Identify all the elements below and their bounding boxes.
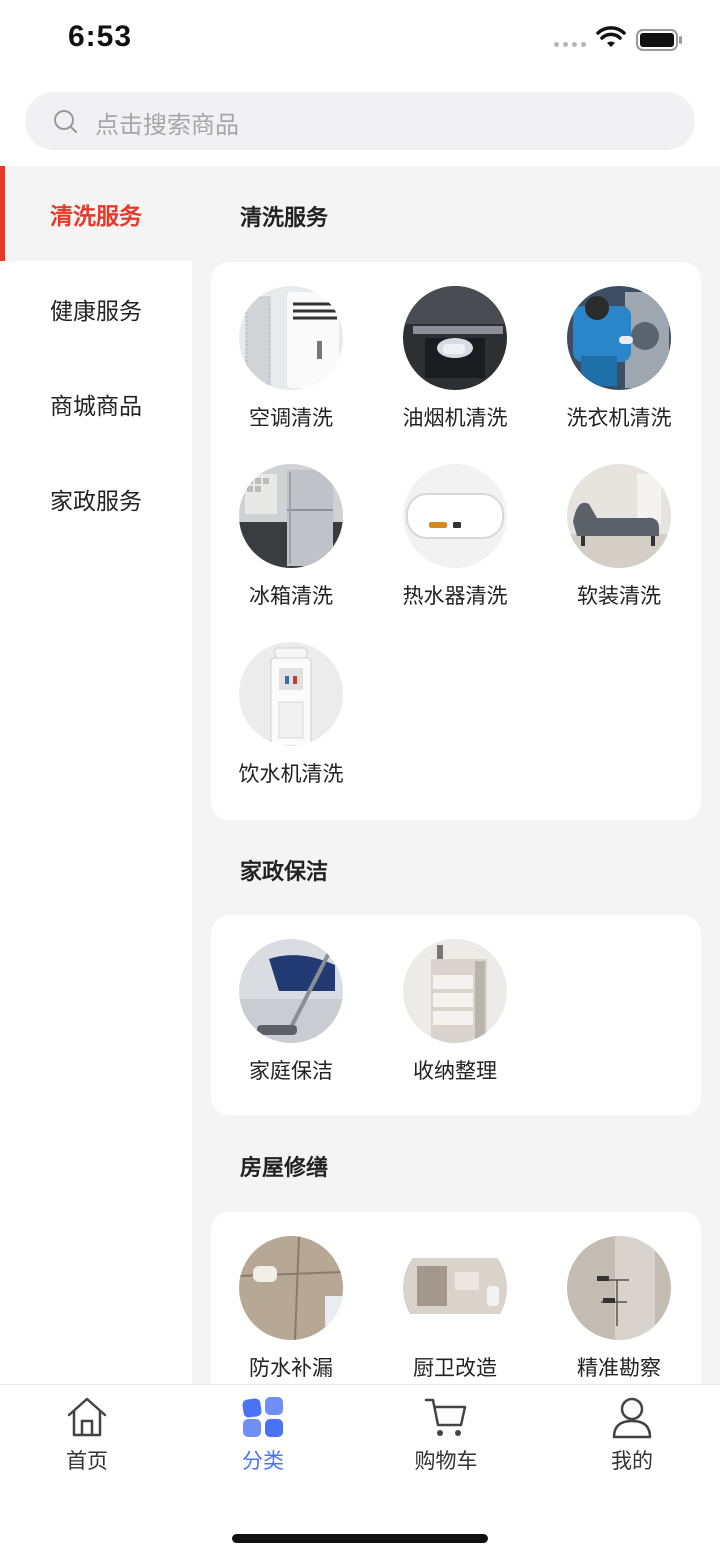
range-hood-icon xyxy=(403,286,507,390)
home-indicator xyxy=(232,1534,488,1543)
status-time: 6:53 xyxy=(68,20,133,53)
service-item-fridge-cleaning[interactable]: 冰箱清洗 xyxy=(211,464,371,610)
service-item-range-hood-cleaning[interactable]: 油烟机清洗 xyxy=(375,286,535,432)
sidebar-item-label: 健康服务 xyxy=(50,298,142,325)
service-item-label: 空调清洗 xyxy=(249,406,333,430)
sidebar-item-housekeeping[interactable]: 家政服务 xyxy=(0,451,192,546)
category-sidebar: 清洗服务 健康服务 商城商品 家政服务 xyxy=(0,166,192,1384)
section-title-housekeeping: 家政保洁 xyxy=(240,860,329,885)
section-card-cleaning: 空调清洗 油烟机清洗 洗衣机清洗 冰箱清洗 热水器清洗 软装清洗 饮水机清洗 xyxy=(211,262,701,820)
service-item-label: 热水器清洗 xyxy=(402,584,508,608)
wifi-icon xyxy=(596,26,626,47)
service-item-storage-organizing[interactable]: 收纳整理 xyxy=(375,939,535,1085)
service-item-label: 冰箱清洗 xyxy=(249,584,333,608)
section-title-cleaning: 清洗服务 xyxy=(240,206,329,231)
service-item-label: 厨卫改造 xyxy=(413,1356,497,1380)
waterproofing-icon xyxy=(239,1236,343,1340)
air-conditioner-icon xyxy=(239,286,343,390)
sidebar-item-cleaning-service[interactable]: 清洗服务 xyxy=(0,166,192,261)
service-item-water-heater-cleaning[interactable]: 热水器清洗 xyxy=(375,464,535,610)
service-item-label: 收纳整理 xyxy=(413,1059,497,1083)
service-item-kitchen-bath-renovation[interactable]: 厨卫改造 xyxy=(375,1236,535,1382)
storage-cabinet-icon xyxy=(403,939,507,1043)
bathroom-icon xyxy=(403,1236,507,1340)
search-icon xyxy=(54,110,77,133)
tab-profile[interactable]: 我的 xyxy=(572,1393,692,1475)
battery-icon xyxy=(636,29,682,51)
service-item-waterproofing[interactable]: 防水补漏 xyxy=(211,1236,371,1382)
sidebar-item-label: 家政服务 xyxy=(50,488,142,515)
sidebar-item-mall-goods[interactable]: 商城商品 xyxy=(0,356,192,451)
tab-label: 购物车 xyxy=(414,1449,478,1473)
category-icon xyxy=(242,1397,283,1437)
search-area: 点击搜索商品 xyxy=(0,80,720,166)
service-item-ac-cleaning[interactable]: 空调清洗 xyxy=(211,286,371,432)
service-item-label: 油烟机清洗 xyxy=(402,406,508,430)
user-icon xyxy=(612,1397,652,1439)
service-item-water-dispenser-cleaning[interactable]: 饮水机清洗 xyxy=(211,642,371,788)
search-input[interactable]: 点击搜索商品 xyxy=(25,92,695,150)
tab-cart[interactable]: 购物车 xyxy=(386,1393,506,1475)
service-item-precise-survey[interactable]: 精准勘察 xyxy=(539,1236,699,1382)
cart-icon xyxy=(424,1398,467,1436)
tab-label: 分类 xyxy=(242,1449,284,1473)
service-item-label: 防水补漏 xyxy=(249,1356,333,1380)
tab-category[interactable]: 分类 xyxy=(203,1393,323,1475)
washing-machine-icon xyxy=(567,286,671,390)
service-item-label: 精准勘察 xyxy=(577,1356,661,1380)
refrigerator-icon xyxy=(239,464,343,568)
section-card-housekeeping: 家庭保洁 收纳整理 xyxy=(211,915,701,1115)
bottom-tab-bar: 首页 分类 购物车 我的 xyxy=(0,1384,720,1559)
vacuum-cleaning-icon xyxy=(239,939,343,1043)
sidebar-item-health-service[interactable]: 健康服务 xyxy=(0,261,192,356)
home-icon xyxy=(67,1397,107,1437)
sidebar-item-label: 清洗服务 xyxy=(50,203,142,230)
inspection-icon xyxy=(567,1236,671,1340)
search-placeholder: 点击搜索商品 xyxy=(95,111,239,139)
section-card-house-repair: 防水补漏 厨卫改造 精准勘察 xyxy=(211,1212,701,1384)
service-item-label: 家庭保洁 xyxy=(249,1059,333,1083)
service-item-label: 软装清洗 xyxy=(577,584,661,608)
service-item-soft-furnishing-cleaning[interactable]: 软装清洗 xyxy=(539,464,699,610)
service-item-washer-cleaning[interactable]: 洗衣机清洗 xyxy=(539,286,699,432)
water-heater-icon xyxy=(403,464,507,568)
section-title-house-repair: 房屋修缮 xyxy=(240,1156,329,1181)
status-bar: 6:53 xyxy=(0,0,720,80)
water-dispenser-icon xyxy=(239,642,343,746)
service-item-label: 饮水机清洗 xyxy=(238,762,344,786)
tab-home[interactable]: 首页 xyxy=(27,1393,147,1475)
service-item-home-cleaning[interactable]: 家庭保洁 xyxy=(211,939,371,1085)
tab-label: 我的 xyxy=(611,1449,653,1473)
cellular-signal-icon xyxy=(554,42,586,47)
sidebar-item-label: 商城商品 xyxy=(50,393,142,420)
service-item-label: 洗衣机清洗 xyxy=(566,406,672,430)
sofa-icon xyxy=(567,464,671,568)
tab-label: 首页 xyxy=(66,1449,108,1473)
